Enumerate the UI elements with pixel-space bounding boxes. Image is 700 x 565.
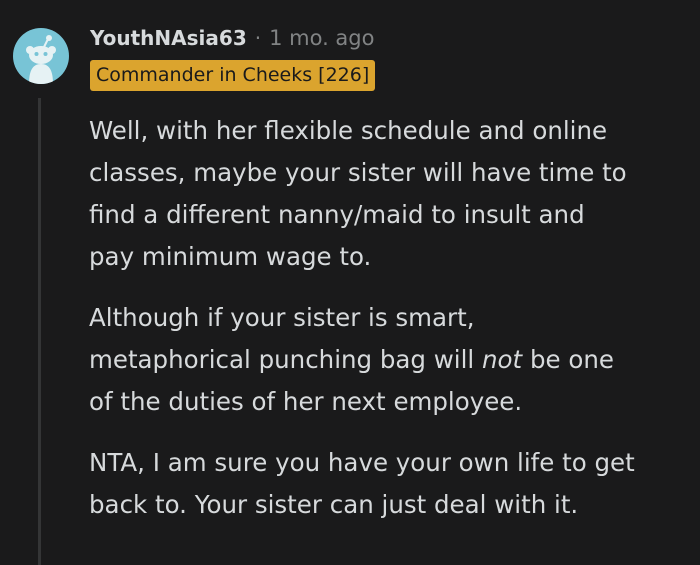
comment-text: metaphorical punching bag will [89, 345, 475, 374]
comment-line: back to. Your sister can just deal with … [89, 490, 579, 519]
comment-paragraph: Well, with her flexible schedule and onl… [89, 110, 689, 278]
comment-paragraph: Although if your sister is smart, metaph… [89, 297, 689, 423]
comment-line: NTA, I am sure you have your own life to… [89, 448, 635, 477]
user-flair-badge: Commander in Cheeks [226] [90, 60, 376, 91]
thread-collapse-line[interactable] [38, 98, 41, 565]
comment-paragraph: NTA, I am sure you have your own life to… [89, 442, 689, 526]
comment-line: of the duties of her next employee. [89, 387, 523, 416]
meta-separator: · [254, 26, 262, 50]
comment-line: classes, maybe your sister will have tim… [89, 158, 627, 187]
comment-text: be one [529, 345, 614, 374]
comment-line: find a different nanny/maid to insult an… [89, 200, 585, 229]
emphasized-text: not [482, 345, 523, 374]
comment-line: Although if your sister is smart, [89, 303, 475, 332]
timestamp-link[interactable]: 1 mo. ago [269, 26, 374, 50]
comment-line: metaphorical punching bag will not be on… [89, 339, 689, 381]
comment: YouthNAsia63 · 1 mo. ago Commander in Ch… [0, 0, 700, 565]
comment-meta: YouthNAsia63 · 1 mo. ago [90, 23, 374, 53]
user-avatar-icon[interactable] [13, 28, 69, 84]
comment-line: pay minimum wage to. [89, 242, 372, 271]
comment-line: Well, with her flexible schedule and onl… [89, 116, 608, 145]
username-link[interactable]: YouthNAsia63 [90, 26, 247, 50]
comment-body: Well, with her flexible schedule and onl… [89, 110, 689, 545]
